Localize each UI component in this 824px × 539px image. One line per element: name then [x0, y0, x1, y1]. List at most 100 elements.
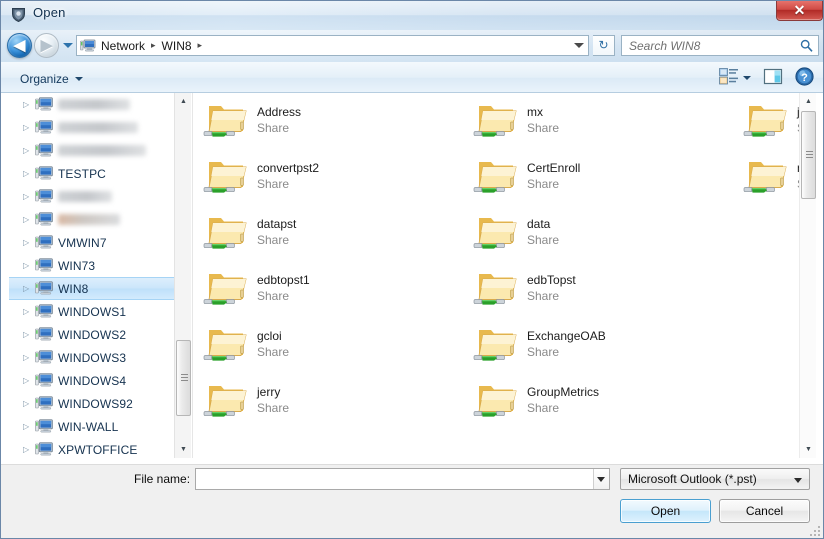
file-list-item[interactable]: jerryShare: [194, 373, 464, 429]
breadcrumb-item-network[interactable]: Network: [97, 38, 149, 54]
file-list-item[interactable]: AddressShare: [194, 93, 464, 149]
file-list-item[interactable]: myShare: [734, 149, 808, 205]
tree-item-windows2[interactable]: WINDOWS2: [9, 323, 192, 346]
file-item-text: ExchangeOABShare: [527, 322, 606, 360]
file-type-select[interactable]: Microsoft Outlook (*.pst): [620, 468, 810, 490]
navigation-scrollbar[interactable]: ▲ ▼: [174, 93, 191, 458]
organize-button[interactable]: Organize: [15, 67, 90, 88]
expand-arrow-icon[interactable]: [23, 261, 35, 271]
arrow-left-icon: ◀: [8, 34, 31, 57]
file-list-item[interactable]: mxShare: [464, 93, 734, 149]
tree-item-win73[interactable]: WIN73: [9, 254, 192, 277]
expand-arrow-icon[interactable]: [23, 284, 35, 294]
tree-item-hidden-0[interactable]: [9, 93, 192, 116]
file-list-item[interactable]: gcloiShare: [194, 317, 464, 373]
file-list-item[interactable]: edbtopst1Share: [194, 261, 464, 317]
expand-arrow-icon[interactable]: [23, 169, 35, 179]
file-item-text: GroupMetricsShare: [527, 378, 599, 416]
network-computer-icon: [35, 166, 53, 181]
tree-item-win8[interactable]: WIN8: [9, 277, 175, 300]
network-share-folder-icon: [742, 98, 790, 142]
tree-item-hidden-4[interactable]: [9, 185, 192, 208]
expand-arrow-icon[interactable]: [23, 238, 35, 248]
tree-item-hidden-1[interactable]: [9, 116, 192, 139]
tree-item-hidden-2[interactable]: [9, 139, 192, 162]
expand-arrow-icon[interactable]: [23, 399, 35, 409]
tree-item-windows3[interactable]: WINDOWS3: [9, 346, 192, 369]
cancel-button[interactable]: Cancel: [719, 499, 810, 523]
chevron-down-icon: [75, 77, 83, 81]
expand-arrow-icon[interactable]: [23, 330, 35, 340]
file-list-item[interactable]: ExchangeOABShare: [464, 317, 734, 373]
file-list-scrollbar[interactable]: ▲ ▼: [799, 93, 816, 458]
network-computer-icon: [35, 235, 53, 250]
tree-item-vmwin7[interactable]: VMWIN7: [9, 231, 192, 254]
file-item-subtitle: Share: [257, 400, 289, 416]
expand-arrow-icon[interactable]: [23, 422, 35, 432]
file-list-item[interactable]: dataShare: [464, 205, 734, 261]
tree-item-windows92[interactable]: WINDOWS92: [9, 392, 192, 415]
file-list-item[interactable]: convertpst2Share: [194, 149, 464, 205]
file-item-subtitle: Share: [527, 344, 606, 360]
tree-item-label: TESTPC: [58, 167, 106, 181]
tree-item-windows4[interactable]: WINDOWS4: [9, 369, 192, 392]
expand-arrow-icon[interactable]: [23, 376, 35, 386]
expand-arrow-icon[interactable]: [23, 307, 35, 317]
breadcrumb-separator-icon[interactable]: ▸: [149, 40, 158, 51]
network-share-folder-icon: [202, 378, 250, 422]
expand-arrow-icon[interactable]: [23, 353, 35, 363]
scroll-up-icon[interactable]: ▲: [175, 93, 192, 110]
scroll-up-icon[interactable]: ▲: [800, 93, 817, 110]
file-name-input[interactable]: [195, 468, 610, 490]
open-button[interactable]: Open: [620, 499, 711, 523]
resize-grip-icon[interactable]: [810, 526, 822, 538]
close-button[interactable]: ✕: [776, 1, 823, 21]
breadcrumb-separator-icon[interactable]: ▸: [196, 40, 205, 51]
network-share-folder-icon: [202, 322, 250, 366]
file-list-item[interactable]: CertEnrollShare: [464, 149, 734, 205]
expand-arrow-icon[interactable]: [23, 445, 35, 455]
breadcrumb-dropdown-icon[interactable]: [574, 42, 585, 50]
chevron-down-icon: [794, 478, 802, 483]
tree-item-windows1[interactable]: WINDOWS1: [9, 300, 192, 323]
tree-item-testpc[interactable]: TESTPC: [9, 162, 192, 185]
file-list-scrollbar-thumb[interactable]: [801, 111, 816, 199]
tree-item-hidden-5[interactable]: [9, 208, 192, 231]
breadcrumb[interactable]: Network ▸ WIN8 ▸: [76, 35, 589, 56]
file-item-subtitle: Share: [527, 176, 580, 192]
view-dropdown-icon[interactable]: [743, 76, 751, 80]
tree-item-label: [58, 145, 146, 156]
file-list[interactable]: AddressShareconvertpst2SharedatapstShare…: [194, 93, 808, 458]
expand-arrow-icon[interactable]: [23, 146, 35, 156]
back-button[interactable]: ◀: [7, 33, 32, 58]
file-list-item[interactable]: edbTopstShare: [464, 261, 734, 317]
help-button[interactable]: ?: [791, 66, 817, 89]
forward-button[interactable]: ▶: [34, 33, 59, 58]
file-list-item[interactable]: GroupMetricsShare: [464, 373, 734, 429]
tree-item-win-wall[interactable]: WIN-WALL: [9, 415, 192, 438]
expand-arrow-icon[interactable]: [23, 192, 35, 202]
tree-item-label: WINDOWS92: [58, 397, 133, 411]
expand-arrow-icon[interactable]: [23, 100, 35, 110]
network-computer-icon: [35, 143, 53, 158]
search-box[interactable]: Search WIN8: [621, 35, 819, 56]
expand-arrow-icon[interactable]: [23, 215, 35, 225]
recent-locations-icon[interactable]: [62, 42, 74, 51]
change-view-button[interactable]: [717, 66, 741, 89]
file-name-dropdown-icon[interactable]: [593, 469, 609, 489]
refresh-button[interactable]: ↻: [593, 35, 615, 56]
file-item-name: data: [527, 217, 559, 232]
tree-item-xpwtoffice[interactable]: XPWTOFFICE: [9, 438, 192, 458]
expand-arrow-icon[interactable]: [23, 123, 35, 133]
network-computer-icon: [35, 281, 53, 296]
tree-item-label: [58, 191, 112, 202]
breadcrumb-item-win8[interactable]: WIN8: [158, 38, 196, 54]
file-item-name: GroupMetrics: [527, 385, 599, 400]
preview-pane-button[interactable]: [761, 66, 785, 89]
scroll-down-icon[interactable]: ▼: [800, 441, 817, 458]
file-list-item[interactable]: datapstShare: [194, 205, 464, 261]
scroll-down-icon[interactable]: ▼: [175, 441, 192, 458]
window-title: Open: [33, 5, 66, 20]
file-list-item[interactable]: joe-pstShare: [734, 93, 808, 149]
navigation-scrollbar-thumb[interactable]: [176, 340, 191, 416]
